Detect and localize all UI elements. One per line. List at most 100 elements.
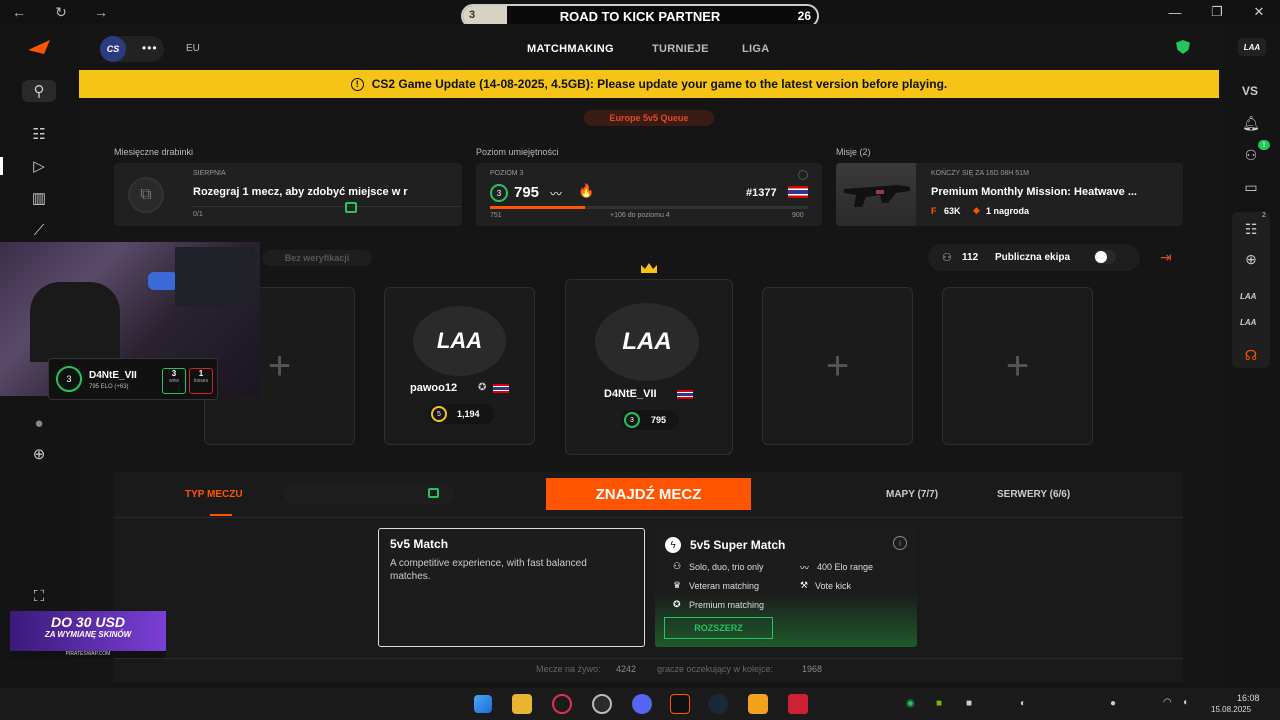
plus-icon: + xyxy=(1005,343,1030,388)
add-friend-icon[interactable]: ⊕ xyxy=(1240,248,1262,270)
tab-maps[interactable]: MAPY (7/7) xyxy=(886,489,938,500)
faceit-app-icon[interactable] xyxy=(670,694,690,714)
promo-banner: DO 30 USD ZA WYMIANĘ SKINÓW xyxy=(10,611,166,651)
empty-slot-4[interactable]: + xyxy=(762,287,913,445)
clock-date[interactable]: 15.08.2025 xyxy=(1211,705,1251,714)
expand-button[interactable]: ROZSZERZ xyxy=(664,617,773,639)
vs-label[interactable]: VS xyxy=(1242,84,1258,98)
panel-divider xyxy=(114,517,1183,518)
back-icon[interactable]: ← xyxy=(10,3,28,21)
tray-steam-icon[interactable]: ● xyxy=(1110,698,1116,709)
maximize-icon[interactable]: ❐ xyxy=(1208,3,1226,21)
lightning-icon: ϟ xyxy=(665,537,681,553)
faceit-logo-icon[interactable] xyxy=(28,40,50,54)
lock-icon xyxy=(428,488,439,498)
app-icon[interactable] xyxy=(788,694,808,714)
ladder-icon: ⧉ xyxy=(128,177,164,213)
plus-icon: + xyxy=(267,343,292,388)
promo-url: PIRATESWAP.COM xyxy=(10,651,166,658)
info-icon[interactable]: i xyxy=(893,536,907,550)
mission-timer: KOŃCZY SIĘ ZA 16D 08H 51M xyxy=(931,170,1029,177)
team-member-icon[interactable]: LAA xyxy=(1240,292,1256,301)
clock-time[interactable]: 16:08 xyxy=(1237,693,1260,703)
tray-icon[interactable]: ◉ xyxy=(906,698,915,709)
team-member-icon[interactable]: LAA xyxy=(1240,318,1256,327)
gavel-icon: ⚒ xyxy=(800,580,809,590)
kick-title: ROAD TO KICK PARTNER xyxy=(559,8,721,24)
find-match-button[interactable]: ZNAJDŹ MECZ xyxy=(546,478,751,510)
party-count: 112 xyxy=(962,252,979,263)
party-badge: 2 xyxy=(1262,212,1266,219)
bell-icon[interactable]: 🔔︎ xyxy=(1240,112,1262,134)
tab-match-type[interactable]: TYP MECZU xyxy=(185,489,243,500)
play-icon[interactable]: ▷ xyxy=(28,155,50,177)
tab-turnieje[interactable]: TURNIEJE xyxy=(652,43,709,55)
feature-premium: Premium matching xyxy=(689,600,765,610)
refresh-icon[interactable]: ↻ xyxy=(52,3,70,21)
promo-amount: DO 30 USD xyxy=(51,614,125,630)
banner-text: CS2 Game Update (14-08-2025, 4.5GB): Ple… xyxy=(371,77,948,91)
thailand-flag-icon xyxy=(788,186,808,198)
tray-icon[interactable]: ◐ xyxy=(1020,698,1026,709)
close-icon[interactable]: ✕ xyxy=(1250,3,1268,21)
headset-icon[interactable]: ☊ xyxy=(1240,344,1262,366)
mission-rewards: 1 nagroda xyxy=(986,206,1030,216)
chat-icon[interactable]: ▭ xyxy=(1240,176,1262,198)
public-party-toggle[interactable] xyxy=(1094,250,1116,264)
file-explorer-icon[interactable] xyxy=(512,694,532,714)
wifi-icon[interactable]: ◠ xyxy=(1163,697,1172,708)
obs-icon[interactable] xyxy=(592,694,612,714)
live-matches-label: Mecze na żywo: xyxy=(536,664,601,674)
search-icon[interactable]: ⚲ xyxy=(22,80,56,102)
mission-title: Premium Monthly Mission: Heatwave ... xyxy=(931,186,1137,198)
overlay-elo: 795 ELO (+63) xyxy=(89,384,129,390)
speaker-icon[interactable]: ◖ xyxy=(1182,697,1188,708)
plus-icon: + xyxy=(825,343,850,388)
leaderboard-icon[interactable]: ▥ xyxy=(28,187,50,209)
skill-elo: 795 xyxy=(514,184,540,201)
forward-icon[interactable]: → xyxy=(92,3,110,21)
feature-veteran: Veteran matching xyxy=(689,581,760,591)
leave-party-icon[interactable]: ⇥ xyxy=(1160,249,1172,266)
tab-servers[interactable]: SERWERY (6/6) xyxy=(997,489,1070,500)
steam-icon[interactable] xyxy=(708,694,728,714)
tab-matchmaking[interactable]: MATCHMAKING xyxy=(527,43,614,55)
minimize-icon[interactable]: — xyxy=(1166,3,1184,21)
skill-level-label: POZIOM 3 xyxy=(490,170,524,177)
overlay-level-icon: 3 xyxy=(56,366,82,392)
tab-liga[interactable]: LIGA xyxy=(742,43,769,55)
more-icon[interactable]: ••• xyxy=(142,41,158,55)
verification-filter[interactable]: Bez weryfikacji xyxy=(262,250,372,266)
profile-icon[interactable]: ● xyxy=(28,412,50,434)
opera-icon[interactable] xyxy=(552,694,572,714)
queue-players-label: gracze oczekujący w kolejce: xyxy=(657,664,774,674)
find-players-icon[interactable]: ☷ xyxy=(28,123,50,145)
player-elo: 1,194 xyxy=(457,409,480,419)
ladder-month: SIERPNIA xyxy=(193,170,226,177)
queue-players-count: 1968 xyxy=(802,664,823,674)
team-logo-icon[interactable]: LAA xyxy=(1238,38,1266,56)
stats-icon[interactable]: ⟋ xyxy=(28,219,50,241)
card1-title: 5v5 Match xyxy=(390,537,449,551)
party-icon[interactable]: ☷ xyxy=(1240,218,1262,240)
mission-points: 63K xyxy=(944,206,961,216)
windows-start-icon[interactable] xyxy=(474,695,492,713)
region-label[interactable]: EU xyxy=(186,43,200,54)
empty-slot-5[interactable]: + xyxy=(942,287,1093,445)
game-selector[interactable]: CS ••• xyxy=(100,36,164,62)
player-avatar: LAA xyxy=(595,303,699,381)
overlay-name: D4NtE_VII xyxy=(89,370,137,381)
screenshot-icon[interactable]: ⛶ xyxy=(28,585,50,607)
skill-to-next: +106 do poziomu 4 xyxy=(610,212,670,219)
player-name: pawoo12 xyxy=(410,382,458,394)
tray-nvidia-icon[interactable]: ■ xyxy=(936,698,942,709)
tray-icon[interactable]: ■ xyxy=(966,698,972,709)
discord-icon[interactable] xyxy=(632,694,652,714)
add-icon[interactable]: ⊕ xyxy=(28,443,50,465)
overlay-losses: 1 losses xyxy=(189,368,213,394)
skill-level-icon: 3 xyxy=(490,184,508,202)
mission-weapon-image xyxy=(836,163,916,226)
lock-icon xyxy=(345,202,357,213)
skill-info-icon[interactable] xyxy=(798,170,808,180)
app-icon[interactable] xyxy=(748,694,768,714)
